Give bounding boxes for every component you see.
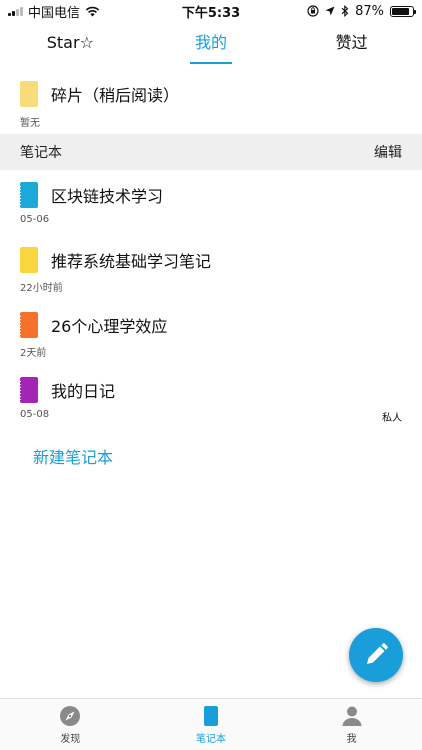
location-icon — [325, 6, 335, 16]
status-bar: 中国电信 下午5:33 87% — [0, 0, 422, 22]
notebook-date: 2天前 — [20, 348, 47, 359]
nav-discover-label: 发现 — [60, 733, 81, 745]
tab-star[interactable]: Star☆ — [0, 22, 141, 66]
notebook-title: 区块链技术学习 — [51, 187, 164, 206]
notebook-date: 05-08 — [20, 409, 50, 420]
notebook-date: 22小时前 — [20, 283, 63, 294]
wifi-icon — [85, 6, 100, 16]
notebook-item[interactable]: 推荐系统基础学习笔记 22小时前 — [0, 245, 422, 294]
fragments-item[interactable]: 碎片（稍后阅读） 暂无 — [0, 79, 422, 129]
notebook-icon — [204, 705, 218, 726]
fragments-meta: 暂无 — [20, 118, 40, 129]
notebook-icon — [18, 312, 38, 338]
fragments-title: 碎片（稍后阅读） — [51, 86, 180, 105]
new-notebook-button[interactable]: 新建笔记本 — [33, 444, 113, 468]
battery-percent: 87% — [355, 3, 384, 19]
nav-discover[interactable]: 发现 — [0, 699, 141, 750]
notebook-title: 推荐系统基础学习笔记 — [51, 252, 212, 271]
notebooks-section-header: 笔记本 编辑 — [0, 134, 422, 170]
notebook-title: 我的日记 — [51, 382, 116, 401]
orientation-lock-icon — [307, 5, 319, 17]
status-left: 中国电信 — [8, 2, 100, 21]
signal-icon — [8, 6, 23, 16]
nav-notebooks[interactable]: 笔记本 — [141, 699, 282, 750]
tab-liked[interactable]: 赞过 — [281, 22, 422, 66]
compass-icon — [60, 705, 81, 726]
carrier-name: 中国电信 — [28, 5, 81, 21]
bluetooth-icon — [341, 5, 349, 17]
compose-button[interactable] — [349, 628, 403, 682]
notebook-title: 26个心理学效应 — [51, 317, 168, 336]
edit-button[interactable]: 编辑 — [374, 142, 402, 162]
notebook-icon — [18, 377, 38, 403]
top-tabs: Star☆ 我的 赞过 — [0, 22, 422, 66]
section-title: 笔记本 — [20, 145, 62, 161]
notebook-item[interactable]: 我的日记 05-08 私人 — [0, 375, 422, 424]
notebook-icon — [20, 247, 38, 273]
battery-icon — [390, 5, 416, 17]
battery-fill — [392, 7, 410, 15]
person-icon — [342, 706, 362, 726]
bottom-nav: 发现 笔记本 我 — [0, 698, 422, 750]
nav-me[interactable]: 我 — [281, 699, 422, 750]
notebook-item[interactable]: 26个心理学效应 2天前 — [0, 310, 422, 359]
notebook-item[interactable]: 区块链技术学习 05-06 — [0, 180, 422, 225]
status-right: 87% — [307, 3, 416, 19]
tab-mine[interactable]: 我的 — [141, 22, 282, 66]
nav-me-label: 我 — [346, 733, 357, 745]
fragments-icon — [20, 81, 38, 107]
notebook-date: 05-06 — [20, 214, 50, 225]
pencil-icon — [367, 643, 388, 664]
notebook-icon — [18, 182, 38, 208]
nav-notebooks-label: 笔记本 — [196, 733, 226, 745]
notebook-badge: 私人 — [382, 413, 402, 424]
